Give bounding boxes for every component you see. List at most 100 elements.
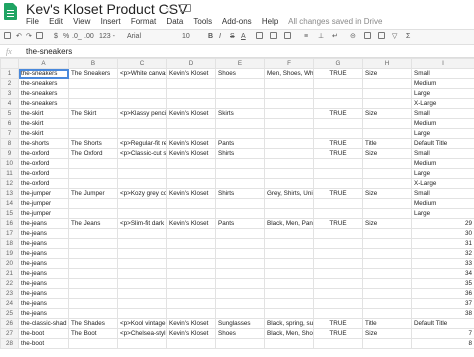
cell-g[interactable] <box>313 208 363 219</box>
cell-f[interactable] <box>264 308 314 319</box>
cell-i[interactable]: 29 <box>411 218 474 229</box>
cell-g[interactable] <box>313 298 363 309</box>
cell-e[interactable] <box>215 228 265 239</box>
cell-b[interactable] <box>68 238 118 249</box>
row-number[interactable]: 14 <box>0 198 19 209</box>
row-number[interactable]: 8 <box>0 138 19 149</box>
cell-i[interactable]: X-Large <box>411 98 474 109</box>
cell-f[interactable] <box>264 168 314 179</box>
cell-d[interactable]: Kevin's Kloset <box>166 318 216 329</box>
cell-h[interactable]: Title <box>362 138 412 149</box>
row-number[interactable]: 17 <box>0 228 19 239</box>
cell-d[interactable]: Kevin's Kloset <box>166 188 216 199</box>
cell-f[interactable] <box>264 338 314 349</box>
cell-e[interactable] <box>215 168 265 179</box>
cell-e[interactable] <box>215 288 265 299</box>
cell-g[interactable] <box>313 288 363 299</box>
cell-g[interactable] <box>313 338 363 349</box>
cell-h[interactable] <box>362 248 412 259</box>
cell-i[interactable]: Large <box>411 88 474 99</box>
cell-i[interactable]: X-Large <box>411 178 474 189</box>
cell-f[interactable] <box>264 238 314 249</box>
cell-d[interactable]: Kevin's Kloset <box>166 328 216 339</box>
document-title[interactable]: Kev's Kloset Product CSV <box>26 1 187 17</box>
cell-g[interactable] <box>313 238 363 249</box>
cell-h[interactable] <box>362 98 412 109</box>
cell-h[interactable] <box>362 278 412 289</box>
cell-c[interactable] <box>117 178 167 189</box>
cell-e[interactable] <box>215 258 265 269</box>
cell-f[interactable]: Men, Shoes, Whi <box>264 68 314 79</box>
cell-f[interactable] <box>264 128 314 139</box>
cell-a[interactable]: the-jeans <box>18 288 69 299</box>
align-icon[interactable]: ≡ <box>304 32 308 42</box>
cell-c[interactable] <box>117 248 167 259</box>
cell-b[interactable]: The Shades <box>68 318 118 329</box>
cell-h[interactable] <box>362 168 412 179</box>
cell-h[interactable]: Size <box>362 68 412 79</box>
cell-d[interactable] <box>166 308 216 319</box>
star-icon[interactable]: ☆ <box>165 3 175 16</box>
cell-g[interactable] <box>313 228 363 239</box>
cell-d[interactable] <box>166 178 216 189</box>
text-color-button[interactable]: A <box>241 32 246 42</box>
column-header-e[interactable]: E <box>215 58 265 69</box>
cell-d[interactable] <box>166 298 216 309</box>
cell-f[interactable] <box>264 88 314 99</box>
cell-b[interactable] <box>68 158 118 169</box>
cell-h[interactable]: Size <box>362 218 412 229</box>
cell-c[interactable] <box>117 158 167 169</box>
cell-h[interactable] <box>362 198 412 209</box>
cell-c[interactable] <box>117 268 167 279</box>
cell-a[interactable]: the-jeans <box>18 228 69 239</box>
cell-a[interactable]: the-skirt <box>18 118 69 129</box>
cell-b[interactable] <box>68 228 118 239</box>
cell-c[interactable]: <p>Kool vintage <box>117 318 167 329</box>
cell-g[interactable]: TRUE <box>313 148 363 159</box>
row-number[interactable]: 26 <box>0 318 19 329</box>
cell-e[interactable] <box>215 248 265 259</box>
cell-e[interactable] <box>215 88 265 99</box>
cell-b[interactable] <box>68 268 118 279</box>
cell-b[interactable] <box>68 98 118 109</box>
increase-decimals-button[interactable]: .00 <box>84 32 94 42</box>
italic-button[interactable]: I <box>219 32 221 42</box>
cell-b[interactable] <box>68 178 118 189</box>
strikethrough-button[interactable]: S <box>230 32 235 42</box>
corner-cell[interactable] <box>0 58 19 69</box>
cell-a[interactable]: the-oxford <box>18 168 69 179</box>
cell-d[interactable] <box>166 248 216 259</box>
cell-i[interactable]: 36 <box>411 288 474 299</box>
fill-color-icon[interactable] <box>256 32 263 43</box>
cell-h[interactable] <box>362 288 412 299</box>
cell-h[interactable] <box>362 118 412 129</box>
cell-h[interactable] <box>362 238 412 249</box>
cell-d[interactable]: Kevin's Kloset <box>166 218 216 229</box>
cell-g[interactable] <box>313 128 363 139</box>
column-header-d[interactable]: D <box>166 58 216 69</box>
cell-g[interactable] <box>313 88 363 99</box>
cell-d[interactable] <box>166 158 216 169</box>
cell-g[interactable] <box>313 268 363 279</box>
cell-f[interactable] <box>264 148 314 159</box>
cell-g[interactable]: TRUE <box>313 328 363 339</box>
cell-i[interactable]: Medium <box>411 198 474 209</box>
cell-a[interactable]: the-shorts <box>18 138 69 149</box>
cell-c[interactable]: <p>Slim-fit dark <box>117 218 167 229</box>
cell-c[interactable] <box>117 228 167 239</box>
cell-c[interactable]: <p>Klassy pencil <box>117 108 167 119</box>
print-icon[interactable] <box>4 32 11 43</box>
row-number[interactable]: 1 <box>0 68 19 79</box>
cell-c[interactable] <box>117 238 167 249</box>
cell-a[interactable]: the-jeans <box>18 218 69 229</box>
cell-a[interactable]: the-jeans <box>18 298 69 309</box>
cell-e[interactable]: Shoes <box>215 328 265 339</box>
cell-e[interactable] <box>215 298 265 309</box>
cell-g[interactable] <box>313 178 363 189</box>
cell-f[interactable]: Black, spring, su <box>264 318 314 329</box>
cell-d[interactable] <box>166 118 216 129</box>
cell-i[interactable]: 32 <box>411 248 474 259</box>
cell-d[interactable]: Kevin's Kloset <box>166 138 216 149</box>
cell-b[interactable] <box>68 288 118 299</box>
menu-file[interactable]: File <box>26 17 39 26</box>
